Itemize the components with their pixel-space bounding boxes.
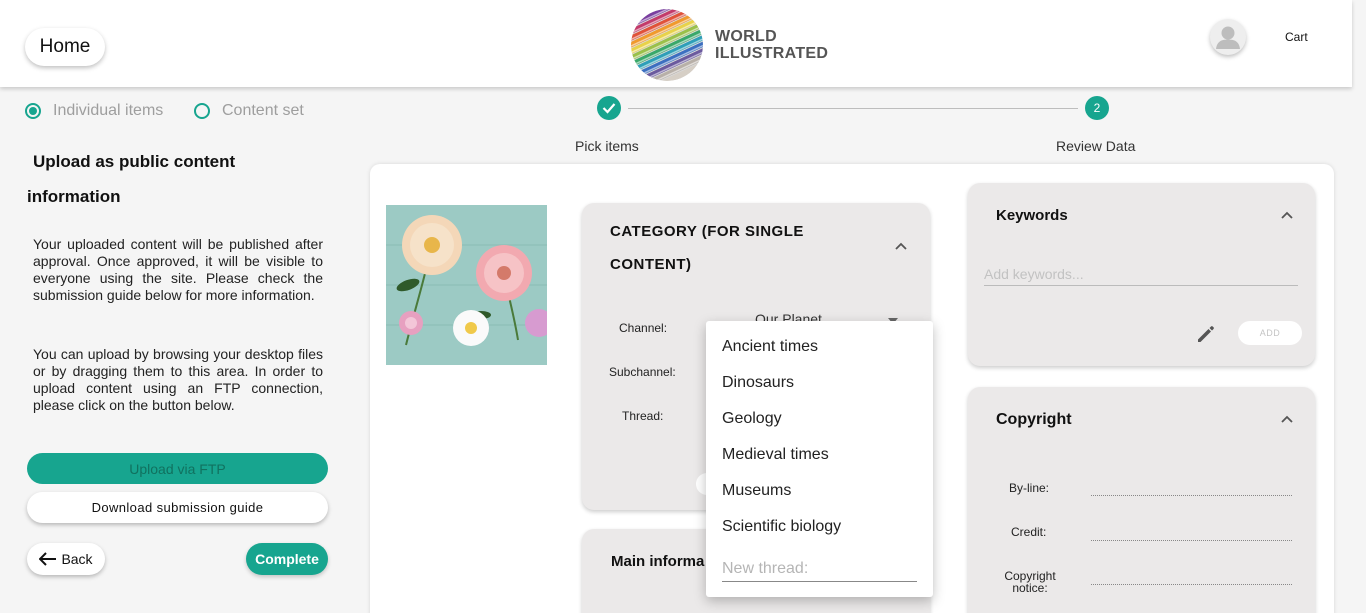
radio-individual-items-label: Individual items — [53, 102, 164, 119]
stepper-connector — [628, 108, 1078, 109]
thread-label: Thread: — [622, 409, 664, 423]
brand-line-1: WORLD — [715, 28, 777, 45]
upload-title: Upload as public content information — [27, 144, 327, 214]
pencil-icon[interactable] — [1196, 324, 1216, 344]
thread-option[interactable]: Geology — [722, 410, 782, 428]
keywords-title: Keywords — [996, 207, 1068, 224]
subchannel-label: Subchannel: — [609, 365, 676, 379]
step-review-data-label: Review Data — [1056, 138, 1136, 154]
radio-individual-items[interactable]: Individual items — [25, 102, 163, 120]
radio-content-set-label: Content set — [222, 102, 304, 119]
content-thumbnail[interactable] — [386, 205, 547, 365]
thread-option[interactable]: Dinosaurs — [722, 374, 794, 392]
top-header: Home WORLD ILLUSTRATED Cart — [0, 0, 1352, 87]
brand-name: WORLD ILLUSTRATED — [715, 28, 828, 62]
radio-unselected-icon[interactable] — [194, 103, 210, 119]
byline-field[interactable] — [1091, 495, 1292, 496]
copyright-notice-field[interactable] — [1091, 584, 1292, 585]
new-thread-input[interactable] — [722, 556, 917, 582]
arrow-left-icon — [39, 552, 57, 566]
publish-info-paragraph: Your uploaded content will be published … — [33, 236, 323, 303]
upload-info-paragraph: You can upload by browsing your desktop … — [33, 346, 323, 413]
upload-title-line-1: Upload as public content — [33, 152, 236, 171]
chevron-up-icon[interactable] — [1281, 211, 1293, 219]
chevron-up-icon[interactable] — [895, 242, 907, 250]
brand-line-2: ILLUSTRATED — [715, 45, 829, 62]
category-title: CATEGORY (FOR SINGLE CONTENT) — [610, 223, 804, 273]
chevron-up-icon[interactable] — [1281, 415, 1293, 423]
byline-label: By-line: — [1009, 481, 1050, 495]
thread-option[interactable]: Scientific biology — [722, 518, 841, 536]
thread-option[interactable]: Museums — [722, 482, 791, 500]
back-button[interactable]: Back — [27, 543, 105, 575]
upload-title-line-2: information — [27, 187, 121, 206]
world-illustrated-logo-icon[interactable] — [631, 9, 703, 81]
copyright-notice-label-line-2: notice: — [1012, 581, 1048, 595]
thread-option[interactable]: Ancient times — [722, 338, 818, 356]
copyright-notice-label: Copyright notice: — [1003, 570, 1057, 594]
copyright-title: Copyright — [996, 411, 1072, 428]
back-button-label: Back — [61, 551, 93, 567]
credit-field[interactable] — [1091, 540, 1292, 541]
radio-content-set[interactable]: Content set — [194, 102, 304, 120]
step-pick-items-label: Pick items — [575, 138, 639, 154]
home-button[interactable]: Home — [25, 28, 105, 66]
step-1-check-icon — [597, 96, 621, 120]
step-2-indicator: 2 — [1085, 96, 1109, 120]
cart-link[interactable]: Cart — [1285, 30, 1308, 44]
channel-label: Channel: — [619, 321, 668, 335]
user-avatar-icon[interactable] — [1210, 19, 1246, 55]
radio-selected-icon[interactable] — [25, 103, 41, 119]
complete-button[interactable]: Complete — [246, 543, 328, 575]
credit-label: Credit: — [1011, 525, 1047, 539]
main-information-title: Main informa — [611, 553, 705, 570]
keywords-input[interactable] — [984, 262, 1298, 286]
download-guide-button[interactable]: Download submission guide — [27, 492, 328, 523]
add-keyword-button[interactable]: ADD — [1238, 321, 1302, 345]
thread-option[interactable]: Medieval times — [722, 446, 829, 464]
upload-via-ftp-button[interactable]: Upload via FTP — [27, 453, 328, 484]
